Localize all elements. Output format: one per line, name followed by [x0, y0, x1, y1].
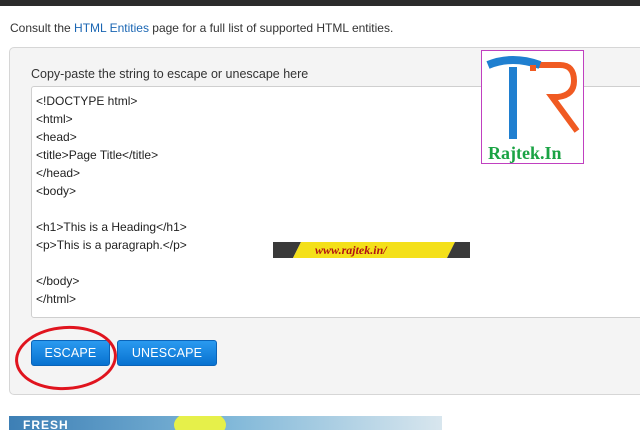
input-content: <!DOCTYPE html> <html> <head> <title>Pag…	[36, 94, 187, 306]
watermark-logo: Rajtek.In	[481, 50, 584, 164]
input-label: Copy-paste the string to escape or unesc…	[31, 67, 309, 81]
rt-logo-icon	[486, 56, 580, 139]
intro-prefix: Consult the	[10, 21, 75, 35]
ad-text: FRESH	[23, 418, 69, 430]
intro-suffix: page for a full list of supported HTML e…	[148, 21, 394, 35]
unescape-button[interactable]: UNESCAPE	[117, 340, 217, 366]
advertisement-banner[interactable]: FRESH	[9, 416, 442, 430]
ad-graphic	[174, 416, 226, 430]
watermark-url: www.rajtek.in/	[315, 243, 387, 257]
logo-text: Rajtek.In	[488, 143, 562, 163]
html-entities-link[interactable]: HTML Entities	[74, 21, 149, 35]
intro-text: Consult the HTML Entities page for a ful…	[10, 21, 393, 35]
top-bar	[0, 0, 640, 6]
